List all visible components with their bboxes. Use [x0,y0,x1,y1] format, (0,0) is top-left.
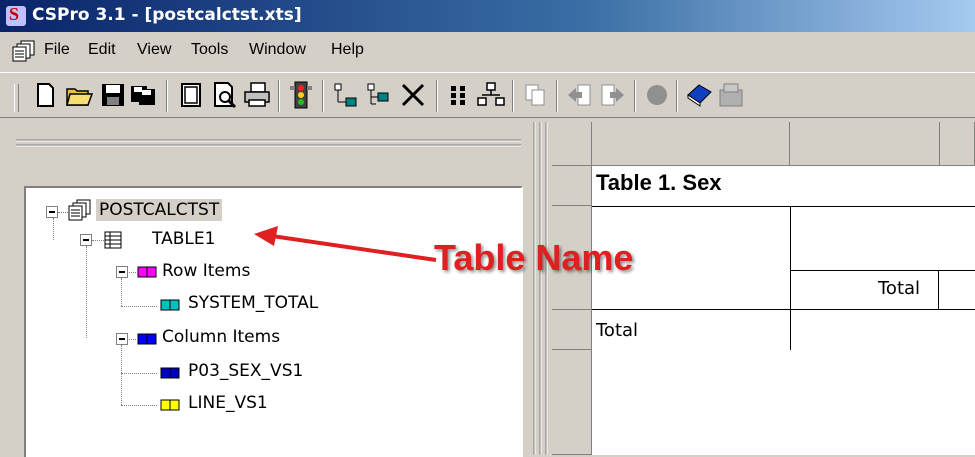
tree-node-row-items[interactable]: Row Items [162,261,250,281]
vertical-splitter[interactable] [530,122,552,455]
cspro-logo-icon: S [6,4,26,26]
tree-connector [121,405,157,406]
row-header-cell[interactable] [552,310,592,350]
forward-icon[interactable] [598,80,628,110]
save-all-icon[interactable] [128,80,158,110]
column-total-label[interactable]: Total [878,278,920,299]
toolbar-separator [512,80,514,112]
annotation-arrow [254,226,437,262]
new-icon[interactable] [30,80,60,110]
column-header-cell[interactable] [790,122,940,166]
row-items-icon [137,266,157,278]
back-icon[interactable] [564,80,594,110]
menu-edit[interactable]: Edit [88,41,116,59]
tree-node-table[interactable]: TABLE1 [152,229,215,249]
title-bar: S CSPro 3.1 - [postcalctst.xts] [0,0,975,32]
toolbar-separator [634,80,636,112]
menu-view[interactable]: View [137,41,171,59]
tree-connector [86,246,87,338]
toolbar-separator [278,80,280,112]
record-icon[interactable] [642,80,672,110]
copy-icon[interactable] [520,80,550,110]
print-preview-icon[interactable] [210,80,240,110]
collapse-column-items-toggle[interactable] [116,333,128,345]
toolbar-grip[interactable] [14,84,19,112]
row-header-cell[interactable] [552,166,592,206]
open-icon[interactable] [64,80,94,110]
line-vs-icon [160,399,180,411]
collapse-root-toggle[interactable] [46,206,58,218]
row-total-label[interactable]: Total [596,320,638,341]
table-icon [104,231,122,249]
tree-connector [92,240,104,241]
grid-corner[interactable] [552,122,592,166]
tree-node-p03-sex[interactable]: P03_SEX_VS1 [188,361,303,381]
window-title: CSPro 3.1 - [postcalctst.xts] [32,5,302,25]
extra-icon[interactable] [716,80,746,110]
table-title[interactable]: Table 1. Sex [596,170,722,196]
menu-file[interactable]: File [44,41,70,59]
collapse-table-toggle[interactable] [80,234,92,246]
system-total-icon [160,299,180,311]
column-header-cell[interactable] [592,122,790,166]
toolbar-separator [166,80,168,112]
tree-connector [121,345,122,405]
row-header-cell[interactable] [552,350,592,455]
toolbar-separator [436,80,438,112]
column-items-icon [137,333,157,345]
add-item-icon[interactable] [330,80,360,110]
tree-icon[interactable] [476,80,506,110]
help-book-icon[interactable] [684,80,714,110]
menu-help[interactable]: Help [331,41,364,59]
tree-node-system-total[interactable]: SYSTEM_TOTAL [188,293,318,313]
tree-connector [121,306,157,307]
print-icon[interactable] [242,80,272,110]
tree-connector [53,218,54,240]
toolbar-separator [676,80,678,112]
tree-node-column-items[interactable]: Column Items [162,327,280,347]
toolbar-separator [322,80,324,112]
menu-tools[interactable]: Tools [191,41,228,59]
tables-icon [68,199,91,221]
document-icon[interactable] [12,40,36,62]
column-header-cell[interactable] [940,122,975,166]
menu-window[interactable]: Window [249,41,306,59]
toolbar-separator [556,80,558,112]
save-icon[interactable] [98,80,128,110]
delete-icon[interactable] [398,80,428,110]
run-icon[interactable] [286,80,316,110]
window-icon[interactable] [176,80,206,110]
p03-sex-icon [160,367,180,379]
tree-connector [121,373,157,374]
pane-splitter[interactable] [16,138,521,150]
tree-node-line[interactable]: LINE_VS1 [188,393,268,413]
tree-node-root[interactable]: POSTCALCTST [96,199,223,221]
grid-icon[interactable] [444,80,474,110]
collapse-row-items-toggle[interactable] [116,266,128,278]
add-subitem-icon[interactable] [364,80,394,110]
table-name-annotation: Table Name [434,237,634,278]
tree-connector [121,278,122,306]
